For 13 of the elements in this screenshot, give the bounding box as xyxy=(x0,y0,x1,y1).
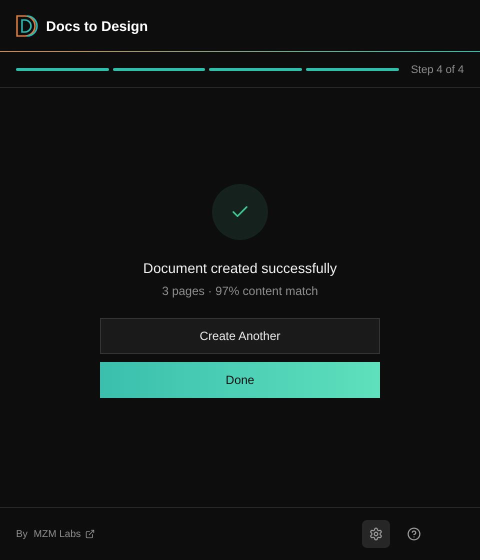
app-title: Docs to Design xyxy=(46,18,148,34)
result-subtitle: 3 pages · 97% content match xyxy=(162,284,318,298)
create-another-button[interactable]: Create Another xyxy=(100,318,380,354)
external-link-icon xyxy=(84,529,95,539)
result-title: Document created successfully xyxy=(143,260,337,276)
logo-icon xyxy=(16,14,38,36)
done-button[interactable]: Done xyxy=(100,362,380,398)
help-icon xyxy=(407,527,421,541)
mzm-labs-link[interactable]: MZM Labs xyxy=(34,528,95,540)
step-label: Step 4 of 4 xyxy=(410,64,464,76)
settings-icon xyxy=(369,527,383,541)
by-label: By xyxy=(16,528,28,540)
settings-button[interactable] xyxy=(362,520,390,548)
